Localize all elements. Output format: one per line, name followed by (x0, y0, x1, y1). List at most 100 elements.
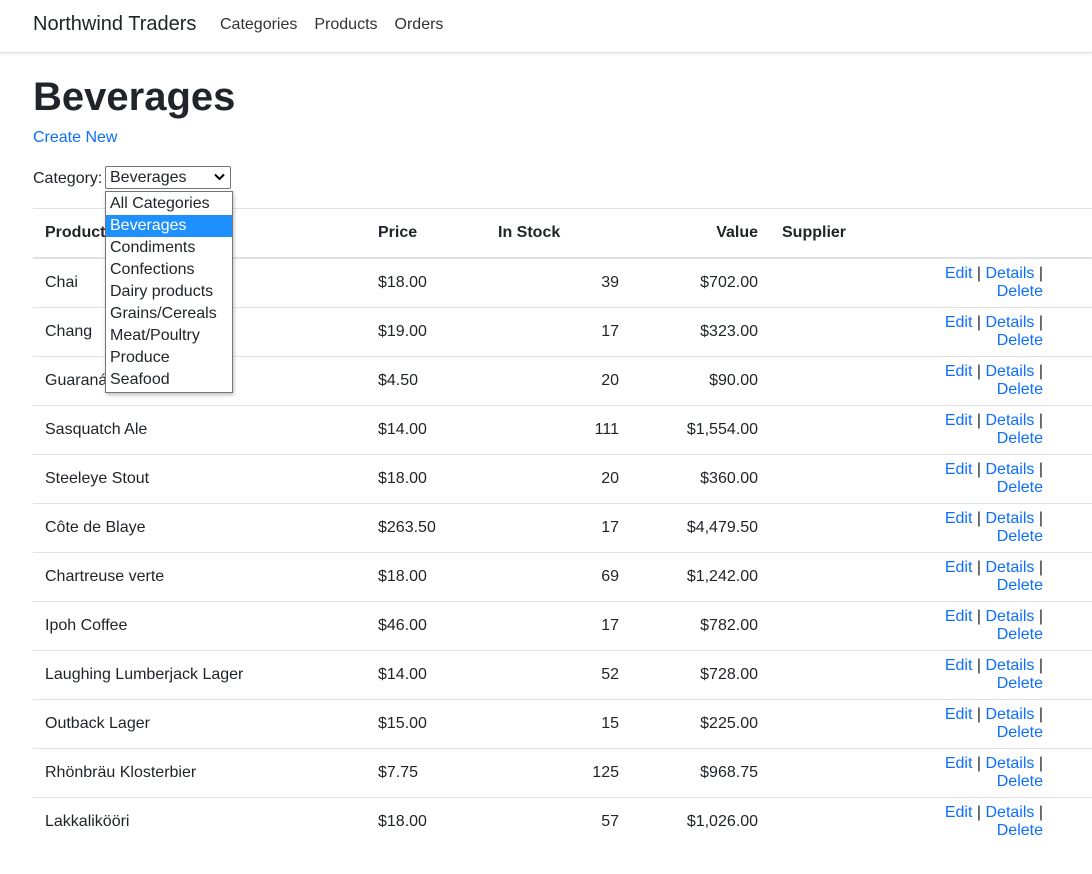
category-option[interactable]: Grains/Cereals (106, 303, 232, 325)
details-link[interactable]: Details (985, 706, 1034, 723)
actions-cell: Edit | Details | Delete (903, 650, 1092, 700)
category-option[interactable]: Dairy products (106, 281, 232, 303)
category-label: Category: (33, 170, 103, 187)
value-cell: $782.00 (631, 601, 770, 651)
action-separator: | (1038, 265, 1043, 282)
navbar: Northwind Traders Categories Products Or… (0, 0, 1092, 53)
details-link[interactable]: Details (985, 510, 1034, 527)
action-separator: | (976, 804, 982, 821)
details-link[interactable]: Details (985, 657, 1034, 674)
details-link[interactable]: Details (985, 412, 1034, 429)
action-separator: | (976, 706, 982, 723)
delete-link[interactable]: Delete (997, 528, 1043, 545)
table-row: Ipoh Coffee $46.00 17 $782.00 Edit | Details… (33, 601, 1092, 651)
delete-link[interactable]: Delete (997, 430, 1043, 447)
edit-link[interactable]: Edit (945, 265, 973, 282)
product-cell: Laughing Lumberjack Lager (33, 650, 366, 700)
category-option[interactable]: Meat/Poultry (106, 325, 232, 347)
header-actions (903, 208, 1092, 259)
in-stock-cell: 39 (486, 257, 631, 308)
product-cell: Sasquatch Ale (33, 405, 366, 455)
delete-link[interactable]: Delete (997, 773, 1043, 790)
delete-link[interactable]: Delete (997, 822, 1043, 839)
action-separator: | (1038, 804, 1043, 821)
action-separator: | (1038, 363, 1043, 380)
price-cell: $18.00 (366, 257, 486, 308)
action-separator: | (1038, 755, 1043, 772)
edit-link[interactable]: Edit (945, 363, 973, 380)
category-option[interactable]: Beverages (106, 215, 232, 237)
nav-link-orders[interactable]: Orders (395, 16, 444, 34)
details-link[interactable]: Details (985, 559, 1034, 576)
edit-link[interactable]: Edit (945, 559, 973, 576)
product-cell: Lakkalikööri (33, 797, 366, 846)
details-link[interactable]: Details (985, 265, 1034, 282)
delete-link[interactable]: Delete (997, 675, 1043, 692)
in-stock-cell: 17 (486, 601, 631, 651)
table-row: Chartreuse verte $18.00 69 $1,242.00 Edit | … (33, 552, 1092, 602)
category-select[interactable]: Beverages (105, 166, 231, 189)
details-link[interactable]: Details (985, 363, 1034, 380)
value-cell: $360.00 (631, 454, 770, 504)
brand-link[interactable]: Northwind Traders (33, 13, 196, 36)
price-cell: $18.00 (366, 797, 486, 846)
nav-link-products[interactable]: Products (314, 16, 377, 34)
category-option[interactable]: Confections (106, 259, 232, 281)
edit-link[interactable]: Edit (945, 755, 973, 772)
in-stock-cell: 69 (486, 552, 631, 602)
actions-cell: Edit | Details | Delete (903, 257, 1092, 308)
category-option[interactable]: Seafood (106, 369, 232, 391)
delete-link[interactable]: Delete (997, 626, 1043, 643)
price-cell: $14.00 (366, 650, 486, 700)
chevron-down-icon (214, 167, 225, 188)
price-cell: $14.00 (366, 405, 486, 455)
actions-cell: Edit | Details | Delete (903, 405, 1092, 455)
price-cell: $263.50 (366, 503, 486, 553)
category-option[interactable]: Condiments (106, 237, 232, 259)
details-link[interactable]: Details (985, 608, 1034, 625)
edit-link[interactable]: Edit (945, 608, 973, 625)
action-separator: | (1038, 412, 1043, 429)
supplier-cell (770, 454, 903, 504)
value-cell: $4,479.50 (631, 503, 770, 553)
details-link[interactable]: Details (985, 461, 1034, 478)
header-supplier: Supplier (770, 208, 903, 259)
edit-link[interactable]: Edit (945, 804, 973, 821)
details-link[interactable]: Details (985, 314, 1034, 331)
category-option[interactable]: All Categories (106, 193, 232, 215)
edit-link[interactable]: Edit (945, 461, 973, 478)
delete-link[interactable]: Delete (997, 332, 1043, 349)
action-separator: | (976, 265, 982, 282)
delete-link[interactable]: Delete (997, 724, 1043, 741)
table-row: Laughing Lumberjack Lager $14.00 52 $728.00… (33, 650, 1092, 700)
details-link[interactable]: Details (985, 755, 1034, 772)
price-cell: $46.00 (366, 601, 486, 651)
action-separator: | (976, 510, 982, 527)
create-new-link[interactable]: Create New (33, 129, 117, 147)
delete-link[interactable]: Delete (997, 479, 1043, 496)
in-stock-cell: 57 (486, 797, 631, 846)
product-cell: Outback Lager (33, 699, 366, 749)
value-cell: $1,554.00 (631, 405, 770, 455)
supplier-cell (770, 601, 903, 651)
value-cell: $90.00 (631, 356, 770, 406)
supplier-cell (770, 650, 903, 700)
details-link[interactable]: Details (985, 804, 1034, 821)
delete-link[interactable]: Delete (997, 381, 1043, 398)
delete-link[interactable]: Delete (997, 577, 1043, 594)
edit-link[interactable]: Edit (945, 706, 973, 723)
nav-link-categories[interactable]: Categories (220, 16, 297, 34)
actions-cell: Edit | Details | Delete (903, 454, 1092, 504)
price-cell: $19.00 (366, 307, 486, 357)
action-separator: | (976, 559, 982, 576)
category-option[interactable]: Produce (106, 347, 232, 369)
edit-link[interactable]: Edit (945, 510, 973, 527)
delete-link[interactable]: Delete (997, 283, 1043, 300)
edit-link[interactable]: Edit (945, 657, 973, 674)
product-cell: Chartreuse verte (33, 552, 366, 602)
supplier-cell (770, 699, 903, 749)
edit-link[interactable]: Edit (945, 314, 973, 331)
edit-link[interactable]: Edit (945, 412, 973, 429)
action-separator: | (1038, 461, 1043, 478)
in-stock-cell: 125 (486, 748, 631, 798)
